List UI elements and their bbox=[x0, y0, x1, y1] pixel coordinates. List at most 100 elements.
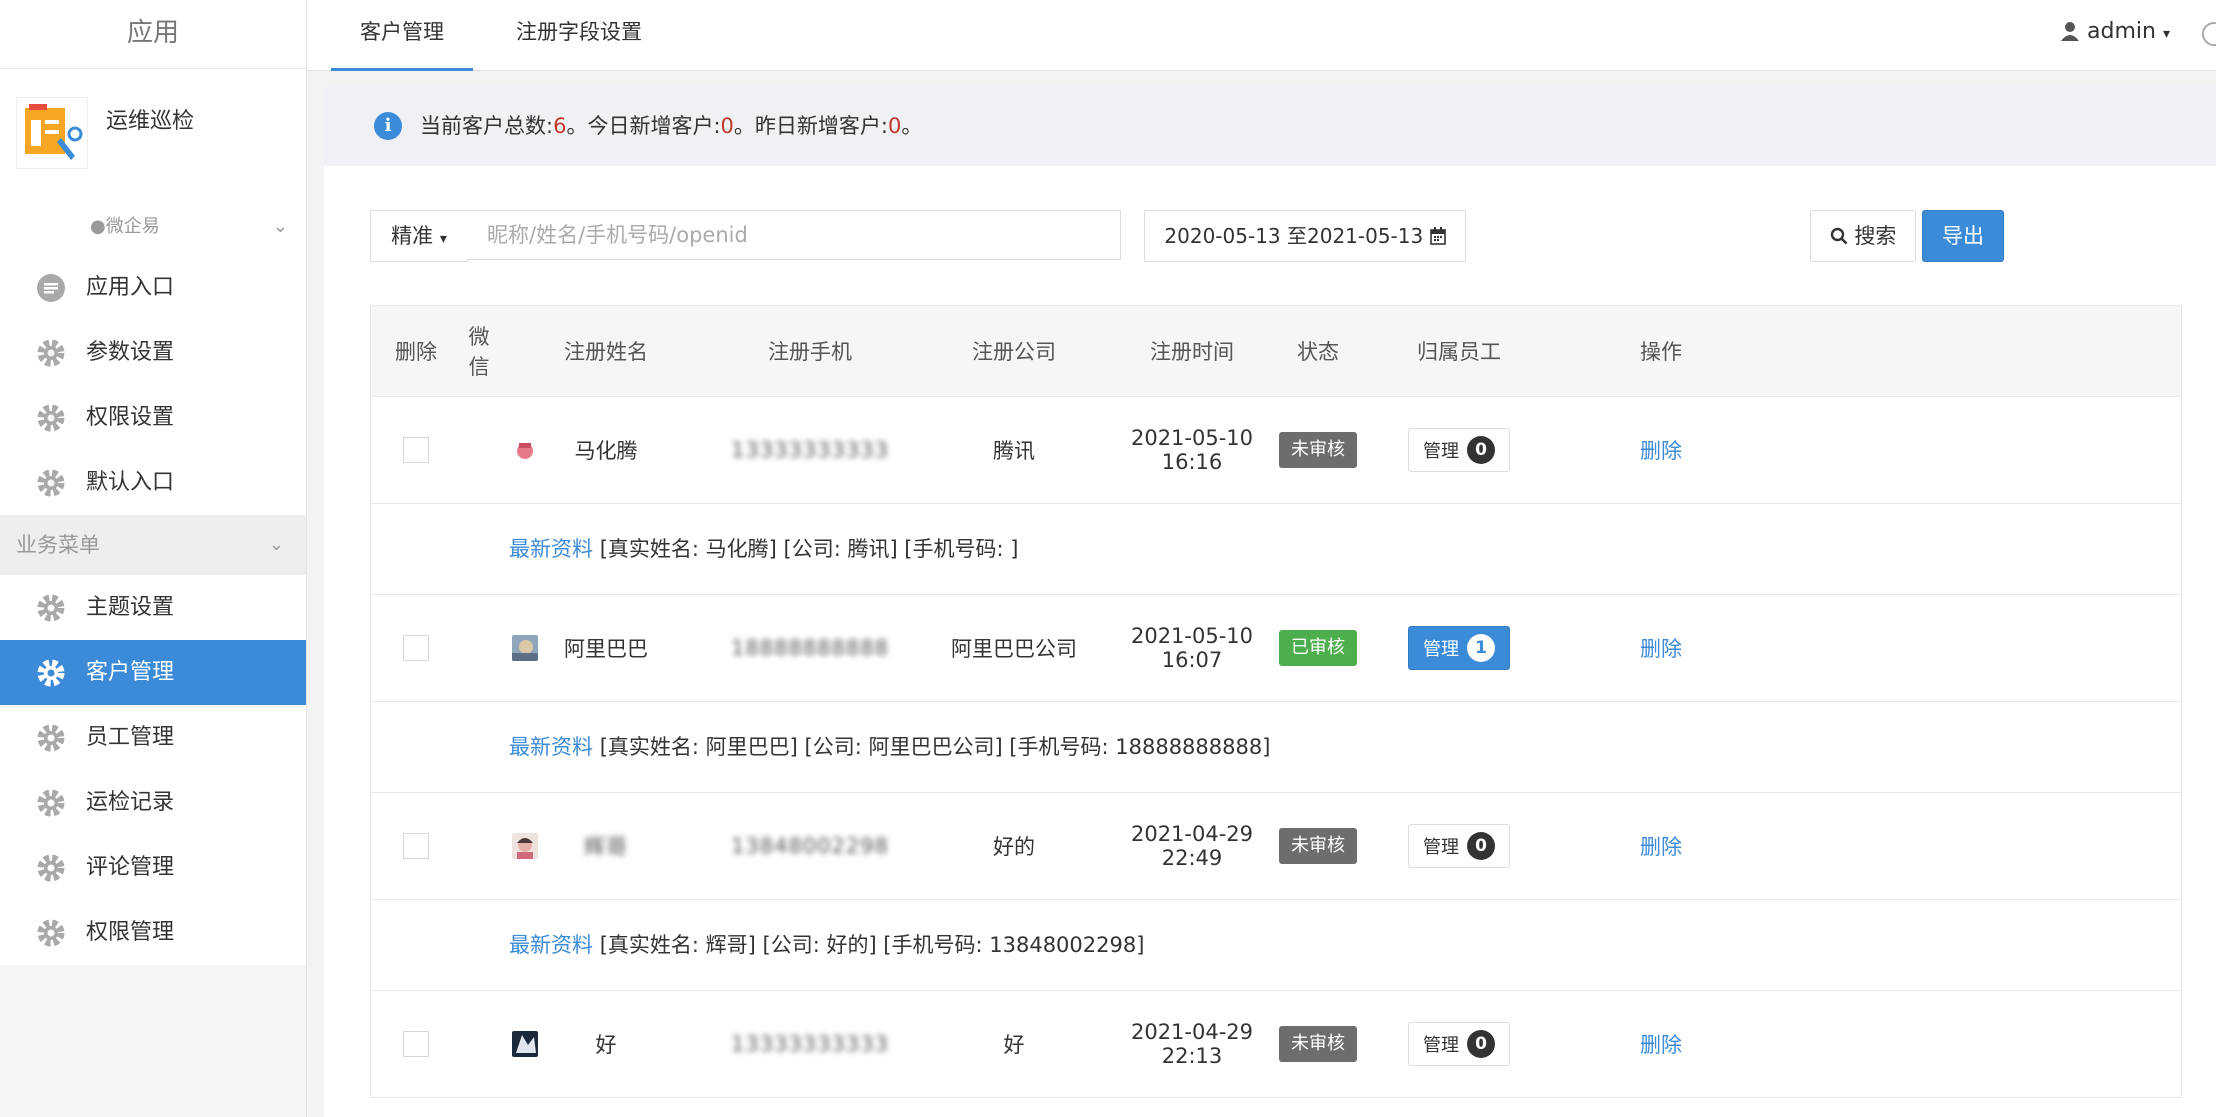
export-button[interactable]: 导出 bbox=[1922, 210, 2004, 262]
stats-end: 。 bbox=[901, 114, 923, 138]
sidebar-item-comments[interactable]: 评论管理 bbox=[0, 835, 306, 900]
col-time: 注册时间 bbox=[1150, 340, 1234, 364]
gear-icon bbox=[37, 469, 65, 497]
stats-today: 0 bbox=[720, 114, 734, 138]
delete-link[interactable]: 删除 bbox=[1640, 633, 1682, 663]
manage-label: 管理 bbox=[1423, 1035, 1459, 1056]
cell-time: 2021-05-10 16:16 bbox=[1130, 426, 1254, 474]
sidebar-item-inspection-log[interactable]: 运检记录 bbox=[0, 770, 306, 835]
table-header: 删除 微信 注册姓名 注册手机 注册公司 注册时间 状态 归属员工 操作 bbox=[371, 305, 2181, 397]
manage-staff-button[interactable]: 管理 1 bbox=[1408, 626, 1510, 670]
sidebar-item-app-entry[interactable]: 应用入口 bbox=[0, 255, 306, 320]
row-checkbox[interactable] bbox=[403, 833, 429, 859]
cell-company: 腾讯 bbox=[993, 439, 1035, 463]
wx-group-label: 微企易 bbox=[105, 216, 160, 237]
cell-phone: 13333333333 bbox=[731, 1032, 889, 1056]
cell-time: 2021-04-29 22:49 bbox=[1130, 822, 1254, 870]
gear-icon bbox=[37, 659, 65, 687]
stats-yesterday: 0 bbox=[887, 114, 902, 138]
user-icon bbox=[2061, 22, 2080, 41]
wx-group-toggle[interactable]: ●微企易 ⌄ bbox=[0, 199, 306, 255]
manage-staff-button[interactable]: 管理 0 bbox=[1408, 1022, 1510, 1066]
info-icon: i bbox=[374, 112, 402, 140]
sidebar-top-list: 应用入口 参数设置 权限设置 默认入口 bbox=[0, 255, 306, 515]
cell-phone: 18888888888 bbox=[731, 636, 889, 660]
gear-icon bbox=[37, 339, 65, 367]
status-badge: 未审核 bbox=[1279, 1026, 1357, 1062]
manage-staff-button[interactable]: 管理 0 bbox=[1408, 428, 1510, 472]
manage-label: 管理 bbox=[1423, 639, 1459, 660]
sidebar-item-permissions[interactable]: 权限设置 bbox=[0, 385, 306, 450]
sidebar-item-permission-mgmt[interactable]: 权限管理 bbox=[0, 900, 306, 965]
chat-icon bbox=[37, 274, 65, 302]
row-detail: 最新资料 [真实姓名: 马化腾] [公司: 腾讯] [手机号码: ] bbox=[371, 504, 2181, 595]
stats-total: 6 bbox=[553, 114, 567, 138]
manage-label: 管理 bbox=[1423, 837, 1459, 858]
match-mode-dropdown[interactable]: 精准 ▾ bbox=[370, 210, 468, 262]
sidebar-item-label: 权限管理 bbox=[86, 920, 175, 945]
cell-time: 2021-05-10 16:07 bbox=[1130, 624, 1254, 672]
match-mode-label: 精准 bbox=[391, 224, 434, 248]
user-menu[interactable]: admin ▾ bbox=[2061, 0, 2170, 66]
business-menu-label: 业务菜单 bbox=[16, 533, 100, 557]
sidebar-item-default-entry[interactable]: 默认入口 bbox=[0, 450, 306, 515]
row-checkbox[interactable] bbox=[403, 635, 429, 661]
row-detail: 最新资料 [真实姓名: 阿里巴巴] [公司: 阿里巴巴公司] [手机号码: 18… bbox=[371, 702, 2181, 793]
edge-circle-icon bbox=[2202, 22, 2216, 46]
wechat-icon: ● bbox=[90, 216, 106, 237]
cell-name: 辉哥 bbox=[584, 835, 628, 859]
row-checkbox[interactable] bbox=[403, 437, 429, 463]
business-menu-toggle[interactable]: 业务菜单 ⌄ bbox=[0, 515, 306, 575]
col-name: 注册姓名 bbox=[564, 340, 648, 364]
sidebar-item-label: 评论管理 bbox=[86, 855, 175, 880]
gear-icon bbox=[37, 724, 65, 752]
delete-link[interactable]: 删除 bbox=[1640, 831, 1682, 861]
staff-count-badge: 0 bbox=[1467, 436, 1495, 464]
app-logo-icon bbox=[16, 97, 88, 169]
search-button-label: 搜索 bbox=[1854, 224, 1897, 248]
manage-staff-button[interactable]: 管理 0 bbox=[1408, 824, 1510, 868]
app-name: 运维巡检 bbox=[106, 109, 195, 134]
app-card[interactable]: 运维巡检 bbox=[0, 69, 306, 199]
manage-label: 管理 bbox=[1423, 441, 1459, 462]
sidebar-header: 应用 bbox=[0, 0, 306, 69]
gear-icon bbox=[37, 594, 65, 622]
latest-profile-link[interactable]: 最新资料 bbox=[509, 735, 593, 759]
col-wechat: 微信 bbox=[468, 325, 490, 379]
col-delete: 删除 bbox=[395, 340, 437, 364]
main-panel: i 当前客户总数:6。今日新增客户:0。昨日新增客户:0。 精准 ▾ 2020-… bbox=[324, 86, 2216, 1117]
staff-count-badge: 1 bbox=[1467, 634, 1495, 662]
sidebar-item-staff[interactable]: 员工管理 bbox=[0, 705, 306, 770]
cell-name: 马化腾 bbox=[574, 439, 638, 463]
calendar-icon bbox=[1429, 227, 1446, 245]
cell-company: 好的 bbox=[993, 835, 1035, 859]
col-phone: 注册手机 bbox=[768, 340, 852, 364]
staff-count-badge: 0 bbox=[1467, 832, 1495, 860]
search-input[interactable] bbox=[467, 210, 1121, 260]
stats-label-total: 当前客户总数: bbox=[420, 114, 554, 138]
tab-registration-fields[interactable]: 注册字段设置 bbox=[489, 0, 669, 68]
latest-profile-link[interactable]: 最新资料 bbox=[509, 933, 593, 957]
col-op: 操作 bbox=[1640, 340, 1682, 364]
sidebar-item-params[interactable]: 参数设置 bbox=[0, 320, 306, 385]
status-badge: 已审核 bbox=[1279, 630, 1357, 666]
detail-text: [真实姓名: 马化腾] [公司: 腾讯] [手机号码: ] bbox=[599, 537, 1019, 561]
delete-link[interactable]: 删除 bbox=[1640, 1029, 1682, 1059]
sidebar-item-customers[interactable]: 客户管理 bbox=[0, 640, 306, 705]
caret-down-icon: ▾ bbox=[439, 231, 447, 247]
chevron-down-icon: ⌄ bbox=[272, 216, 288, 237]
user-name: admin bbox=[2087, 19, 2156, 44]
row-checkbox[interactable] bbox=[403, 1031, 429, 1057]
cell-company: 好 bbox=[1003, 1033, 1025, 1057]
cell-time: 2021-04-29 22:13 bbox=[1130, 1020, 1254, 1068]
date-range-picker[interactable]: 2020-05-13 至2021-05-13 bbox=[1144, 210, 1466, 262]
delete-link[interactable]: 删除 bbox=[1640, 435, 1682, 465]
table-row: 马化腾 13333333333 腾讯 2021-05-10 16:16 未审核 … bbox=[371, 397, 2181, 504]
staff-count-badge: 0 bbox=[1467, 1030, 1495, 1058]
stats-notice: i 当前客户总数:6。今日新增客户:0。昨日新增客户:0。 bbox=[324, 86, 2216, 166]
search-button[interactable]: 搜索 bbox=[1810, 210, 1916, 262]
latest-profile-link[interactable]: 最新资料 bbox=[509, 537, 593, 561]
sidebar-item-theme[interactable]: 主题设置 bbox=[0, 575, 306, 640]
table-row: 辉哥 13848002298 好的 2021-04-29 22:49 未审核 管… bbox=[371, 793, 2181, 900]
tab-customer-management[interactable]: 客户管理 bbox=[331, 0, 473, 71]
